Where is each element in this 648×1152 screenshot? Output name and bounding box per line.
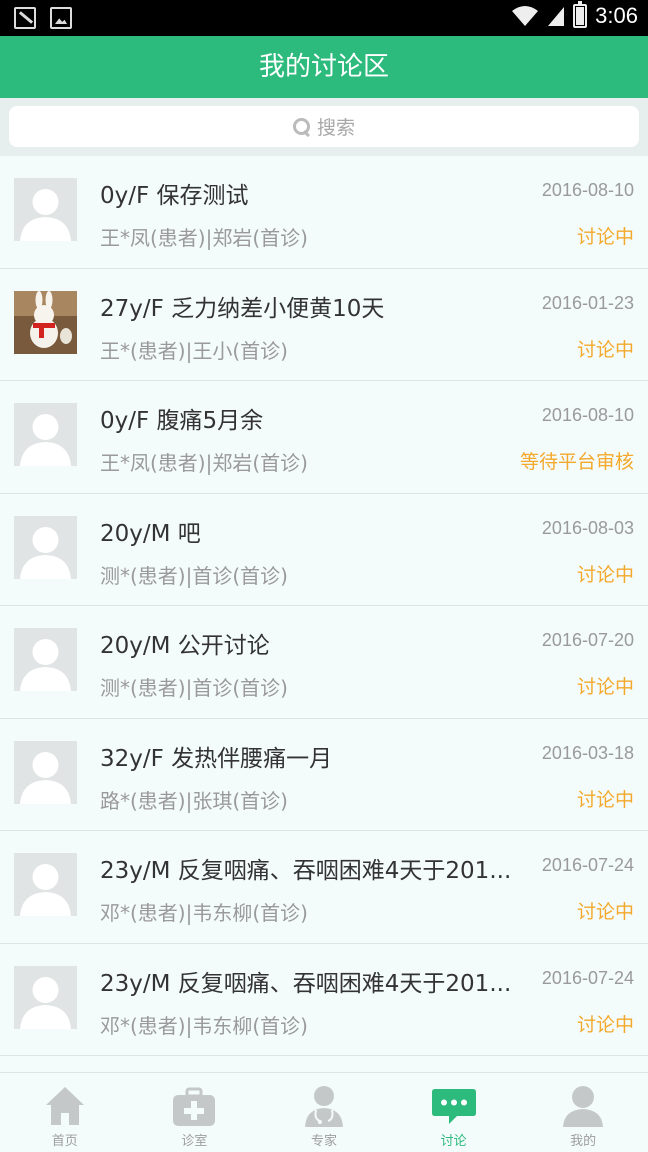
avatar-default-icon [14, 403, 77, 466]
avatar-photo [14, 290, 77, 354]
discussion-row[interactable]: 20y/M 公开讨论 测*(患者)|首诊(首诊) 2016-07-20 讨论中 [0, 606, 648, 719]
discussion-title: 23y/M 反复咽痛、吞咽困难4天于201... [100, 858, 512, 884]
discussion-date: 2016-03-18 [541, 742, 634, 763]
image-notification-icon [50, 7, 72, 29]
discussion-date: 2016-08-10 [541, 180, 634, 200]
tab-experts[interactable]: 专家 [259, 1073, 389, 1152]
discussion-title: 20y/M 公开讨论 [100, 633, 270, 659]
discussion-participants: 测*(患者)|首诊(首诊) [100, 676, 288, 700]
tab-label: 专家 [310, 1134, 337, 1149]
tab-discussion[interactable]: 讨论 [389, 1073, 519, 1152]
discussion-title: 0y/F 腹痛5月余 [100, 408, 264, 434]
avatar-default-icon [14, 853, 77, 916]
discussion-participants: 测*(患者)|首诊(首诊) [100, 563, 288, 588]
status-bar: 3:06 [0, 0, 648, 36]
discussion-title: 23y/M 反复咽痛、吞咽困难4天于201... [100, 970, 512, 997]
discussion-status: 讨论中 [576, 901, 634, 923]
discussion-participants: 路*(患者)|张琪(首诊) [100, 788, 288, 813]
discussion-row[interactable]: 27y/F 乏力纳差小便黄10天 王*(患者)|王小(首诊) 2016-01-2… [0, 268, 648, 381]
discussion-participants: 王*凤(患者)|郑岩(首诊) [100, 451, 308, 475]
home-icon [45, 1087, 84, 1125]
discussion-title: 0y/F 保存测试 [100, 183, 249, 209]
discussion-participants: 邓*(患者)|韦东柳(首诊) [100, 1013, 308, 1038]
bottom-tab-bar: 首页 诊室 专家 讨论 我的 [0, 1072, 648, 1152]
discussion-status: 讨论中 [576, 676, 634, 698]
discussion-row[interactable]: 32y/F 发热伴腰痛一月 路*(患者)|张琪(首诊) 2016-03-18 讨… [0, 718, 648, 831]
doctor-icon [304, 1086, 343, 1127]
discussion-row[interactable]: 23y/M 反复咽痛、吞咽困难4天于201... 邓*(患者)|韦东柳(首诊) … [0, 831, 648, 944]
discussion-participants: 邓*(患者)|韦东柳(首诊) [100, 901, 308, 925]
discussion-list[interactable]: 0y/F 保存测试 王*凤(患者)|郑岩(首诊) 2016-08-10 讨论中 … [0, 156, 648, 1072]
discussion-participants: 王*(患者)|王小(首诊) [100, 338, 288, 363]
discussion-status: 讨论中 [576, 563, 634, 586]
page-title: 我的讨论区 [258, 52, 389, 82]
discussion-date: 2016-07-20 [541, 630, 634, 650]
discussion-date: 2016-01-23 [541, 292, 634, 313]
discussion-date: 2016-07-24 [541, 855, 634, 875]
notification-muted-icon [14, 7, 36, 29]
discussion-status: 讨论中 [576, 226, 634, 248]
discussion-date: 2016-08-10 [541, 405, 634, 425]
discussion-date: 2016-08-03 [541, 517, 634, 538]
tab-clinic[interactable]: 诊室 [130, 1073, 260, 1152]
tab-home[interactable]: 首页 [0, 1073, 130, 1152]
discussion-date: 2016-07-24 [541, 967, 634, 988]
discussion-status: 讨论中 [576, 1013, 634, 1036]
search-input[interactable]: 搜索 [9, 106, 639, 147]
battery-icon [573, 1, 588, 28]
avatar-default-icon [14, 178, 77, 241]
discussion-status: 讨论中 [576, 338, 634, 361]
discussion-title: 32y/F 发热伴腰痛一月 [100, 745, 333, 772]
tab-label: 诊室 [181, 1134, 208, 1149]
avatar-default-icon [14, 515, 77, 579]
search-icon [292, 117, 311, 136]
discussion-row[interactable]: 20y/M 吧 测*(患者)|首诊(首诊) 2016-08-03 讨论中 [0, 493, 648, 606]
discussion-row[interactable]: 0y/F 保存测试 王*凤(患者)|郑岩(首诊) 2016-08-10 讨论中 [0, 156, 648, 269]
discussion-row[interactable]: 23y/M 反复咽痛、吞咽困难4天于201... 邓*(患者)|韦东柳(首诊) … [0, 943, 648, 1056]
discussion-participants: 王*凤(患者)|郑岩(首诊) [100, 226, 308, 250]
tab-label: 首页 [51, 1134, 78, 1149]
discussion-status: 等待平台审核 [519, 451, 634, 473]
chat-bubble-icon [431, 1089, 476, 1124]
medical-kit-icon [173, 1087, 216, 1126]
tab-mine[interactable]: 我的 [518, 1073, 648, 1152]
avatar-default-icon [14, 965, 77, 1029]
tab-label: 我的 [570, 1134, 597, 1149]
signal-icon [548, 7, 565, 26]
tab-label: 讨论 [440, 1134, 467, 1149]
title-bar: 我的讨论区 [0, 36, 648, 98]
avatar-default-icon [14, 628, 77, 691]
clock: 3:06 [595, 3, 638, 28]
discussion-row[interactable]: 0y/F 腹痛5月余 王*凤(患者)|郑岩(首诊) 2016-08-10 等待平… [0, 381, 648, 494]
discussion-title: 27y/F 乏力纳差小便黄10天 [100, 295, 385, 322]
discussion-title: 20y/M 吧 [100, 520, 201, 547]
search-placeholder: 搜索 [316, 117, 355, 139]
discussion-status: 讨论中 [576, 788, 634, 811]
user-icon [563, 1086, 604, 1127]
search-bar: 搜索 [0, 98, 648, 156]
avatar-default-icon [14, 740, 77, 804]
wifi-icon [512, 6, 539, 26]
